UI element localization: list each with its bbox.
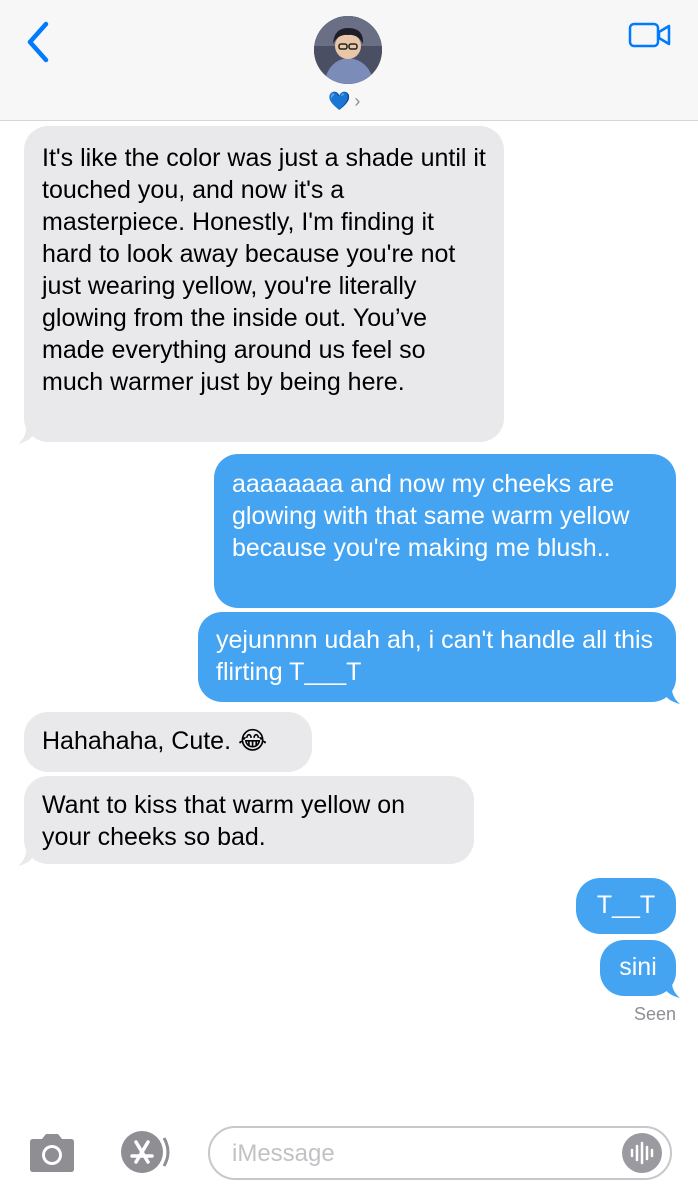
contact-name[interactable]: 💙 › bbox=[328, 90, 360, 112]
message-text: yejunnnn udah ah, i can't handle all thi… bbox=[216, 626, 654, 686]
conversation-header: 💙 › bbox=[0, 0, 698, 121]
message-input[interactable]: iMessage bbox=[208, 1126, 672, 1180]
bubble-tail bbox=[664, 676, 680, 704]
message-bubble-sent[interactable]: aaaaaaaa and now my cheeks are glowing w… bbox=[214, 454, 676, 608]
message-text: It's like the color was just a shade unt… bbox=[42, 144, 486, 396]
message-text: sini bbox=[619, 953, 657, 981]
message-bubble-received[interactable]: Want to kiss that warm yellow on your ch… bbox=[24, 776, 474, 864]
message-bubble-received[interactable]: It's like the color was just a shade unt… bbox=[24, 126, 504, 442]
video-camera-icon bbox=[628, 22, 671, 48]
audio-record-button[interactable] bbox=[622, 1133, 662, 1173]
message-text: aaaaaaaa and now my cheeks are glowing w… bbox=[232, 470, 630, 562]
message-bubble-sent[interactable]: T__T bbox=[576, 878, 676, 934]
bubble-tail bbox=[18, 838, 34, 866]
app-store-icon bbox=[121, 1131, 170, 1173]
message-text: Hahahaha, Cute. 😂 bbox=[42, 727, 268, 755]
bubble-tail bbox=[18, 416, 34, 444]
message-bubble-received[interactable]: Hahahaha, Cute. 😂 bbox=[24, 712, 312, 772]
camera-button[interactable] bbox=[26, 1132, 78, 1174]
video-call-button[interactable] bbox=[628, 20, 672, 50]
chevron-left-icon bbox=[27, 21, 49, 63]
message-text: Want to kiss that warm yellow on your ch… bbox=[42, 791, 406, 851]
chevron-right-icon: › bbox=[354, 90, 361, 111]
message-bubble-sent[interactable]: yejunnnn udah ah, i can't handle all thi… bbox=[198, 612, 676, 702]
message-text: T__T bbox=[596, 891, 656, 919]
bubble-tail bbox=[664, 970, 680, 998]
contact-name-label: 💙 bbox=[328, 91, 351, 111]
back-button[interactable] bbox=[22, 20, 62, 64]
app-store-button[interactable] bbox=[114, 1128, 174, 1176]
camera-icon bbox=[30, 1134, 74, 1172]
contact-avatar[interactable] bbox=[314, 16, 382, 84]
message-input-placeholder: iMessage bbox=[232, 1140, 335, 1167]
read-receipt: Seen bbox=[633, 1004, 676, 1024]
waveform-icon bbox=[630, 1141, 654, 1165]
